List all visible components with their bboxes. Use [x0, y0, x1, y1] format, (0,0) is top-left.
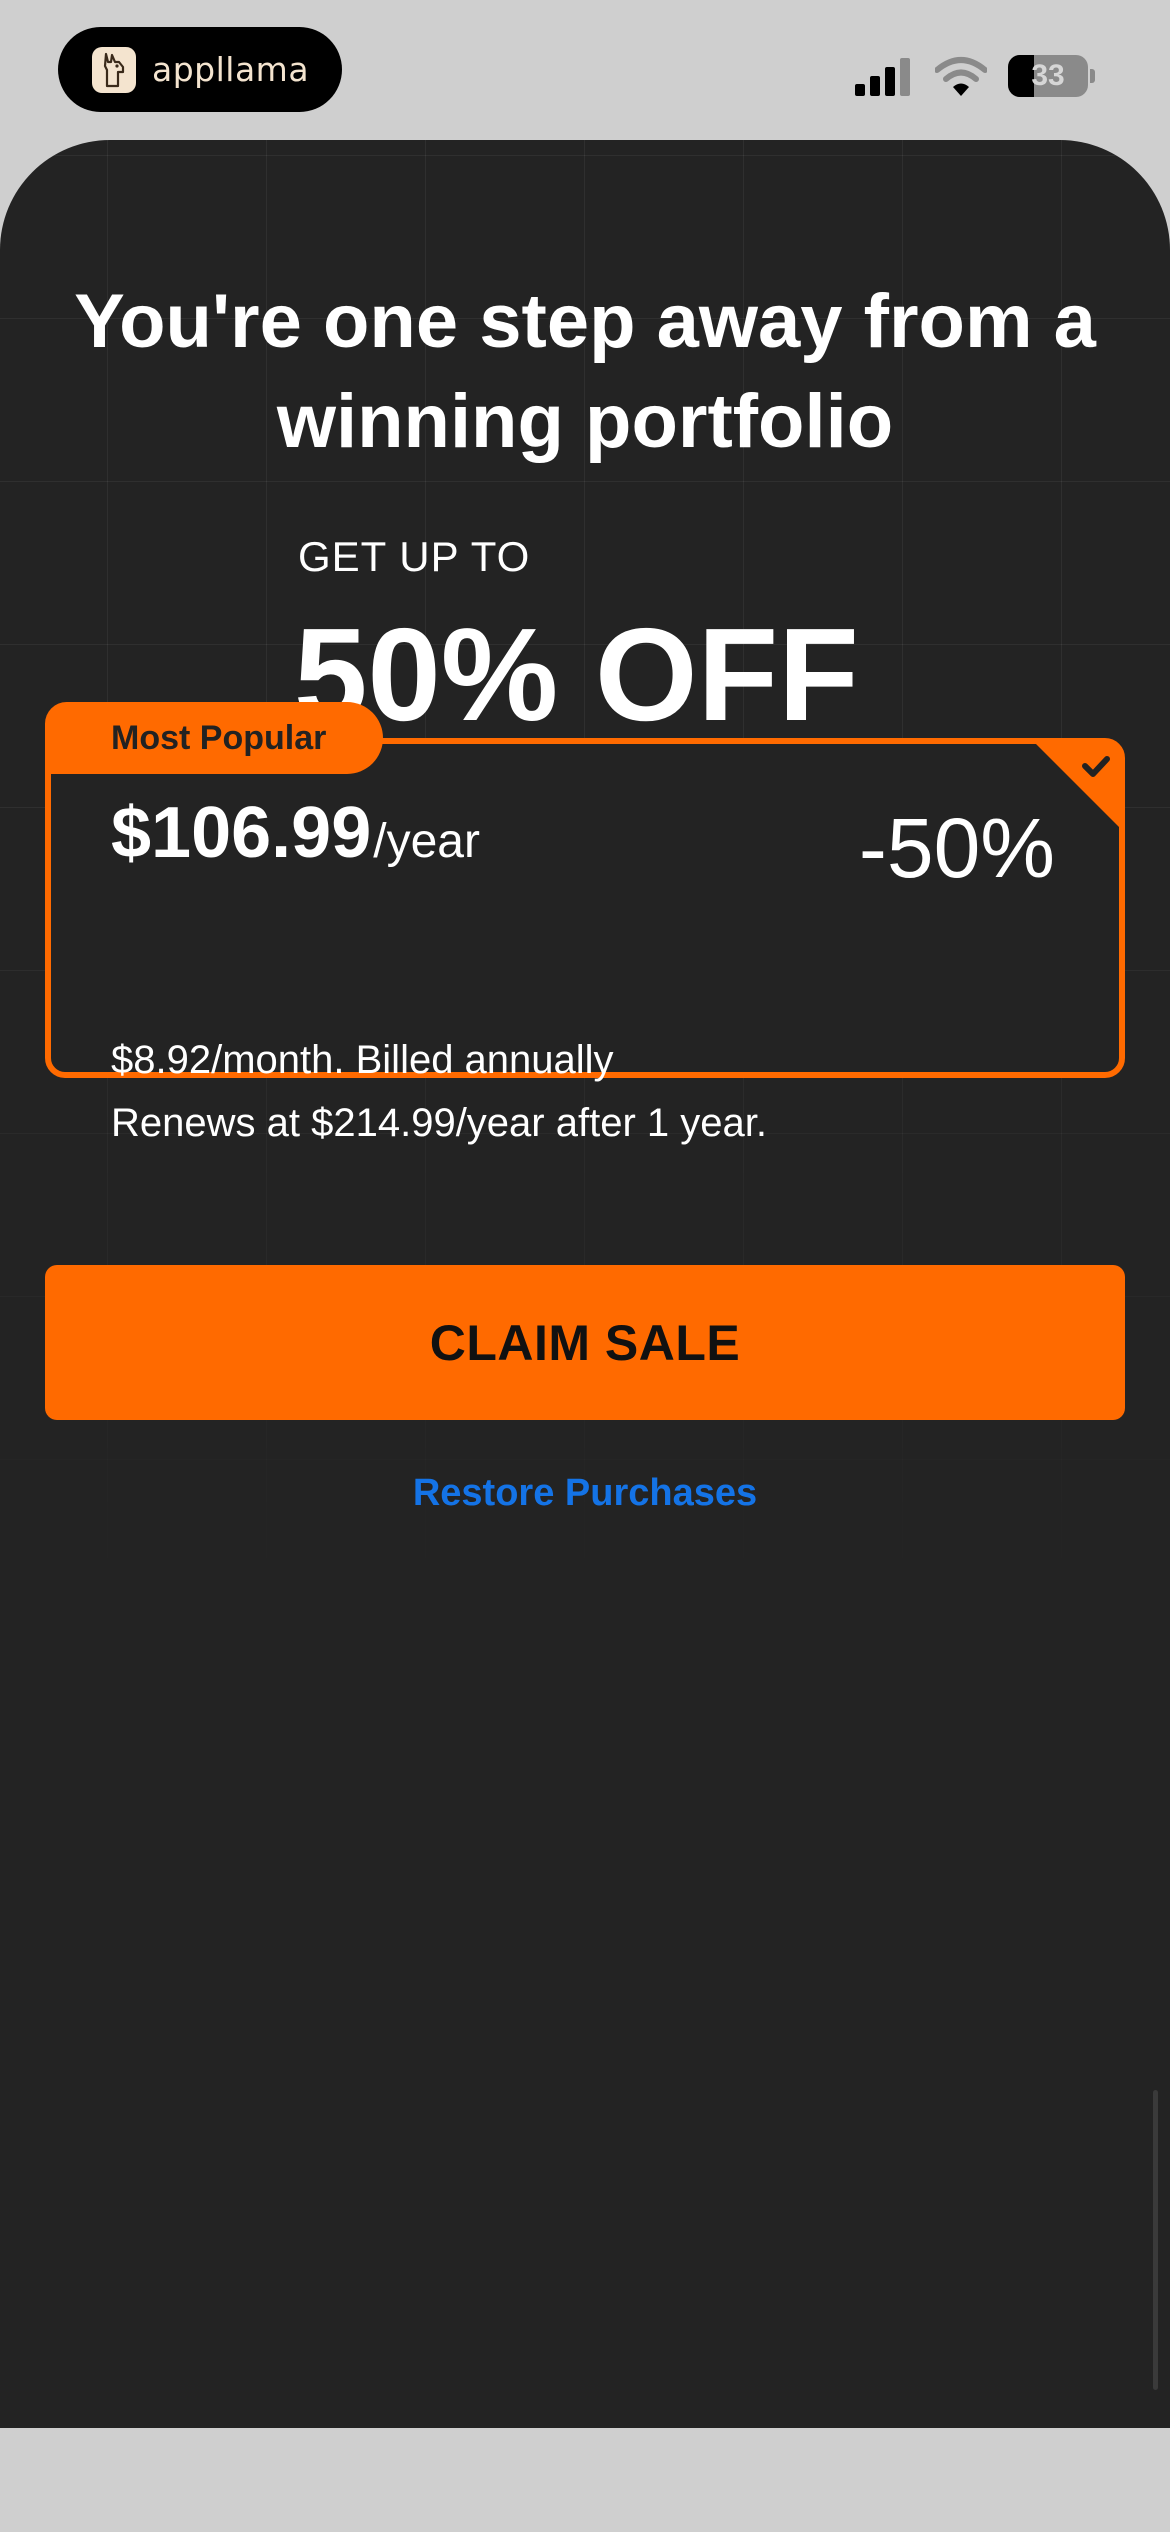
annual-plan-card[interactable] [45, 738, 1125, 1078]
scrollbar[interactable] [1153, 2090, 1158, 2390]
wifi-icon [935, 57, 987, 96]
plan-price: $106.99 /year [111, 792, 480, 874]
battery-percentage: 33 [1031, 59, 1065, 92]
plan-price-period: /year [373, 815, 480, 868]
cellular-signal-icon [855, 58, 910, 96]
brand-pill: appllama [58, 27, 342, 112]
battery-icon: 33 [1008, 55, 1088, 97]
page-title: You're one step away from a winning port… [74, 279, 1096, 464]
llama-logo-icon [92, 46, 136, 93]
restore-purchases-link[interactable]: Restore Purchases [0, 1472, 1170, 1515]
plan-renewal-note: Renews at $214.99/year after 1 year. [111, 1101, 767, 1145]
most-popular-badge: Most Popular [45, 702, 383, 774]
brand-name: appllama [152, 50, 310, 89]
claim-sale-button[interactable]: CLAIM SALE [45, 1265, 1125, 1420]
status-bar: appllama 33 [0, 0, 1170, 150]
offer-eyebrow: GET UP TO [298, 533, 531, 580]
most-popular-label: Most Popular [111, 718, 327, 757]
plan-discount: -50% [858, 801, 1055, 895]
plan-price-amount: $106.99 [111, 793, 372, 873]
plan-monthly-note: $8.92/month. Billed annually [111, 1038, 614, 1082]
battery-cap [1090, 69, 1095, 83]
paywall-screen: appllama 33 You're one step away from a … [0, 0, 1170, 2532]
